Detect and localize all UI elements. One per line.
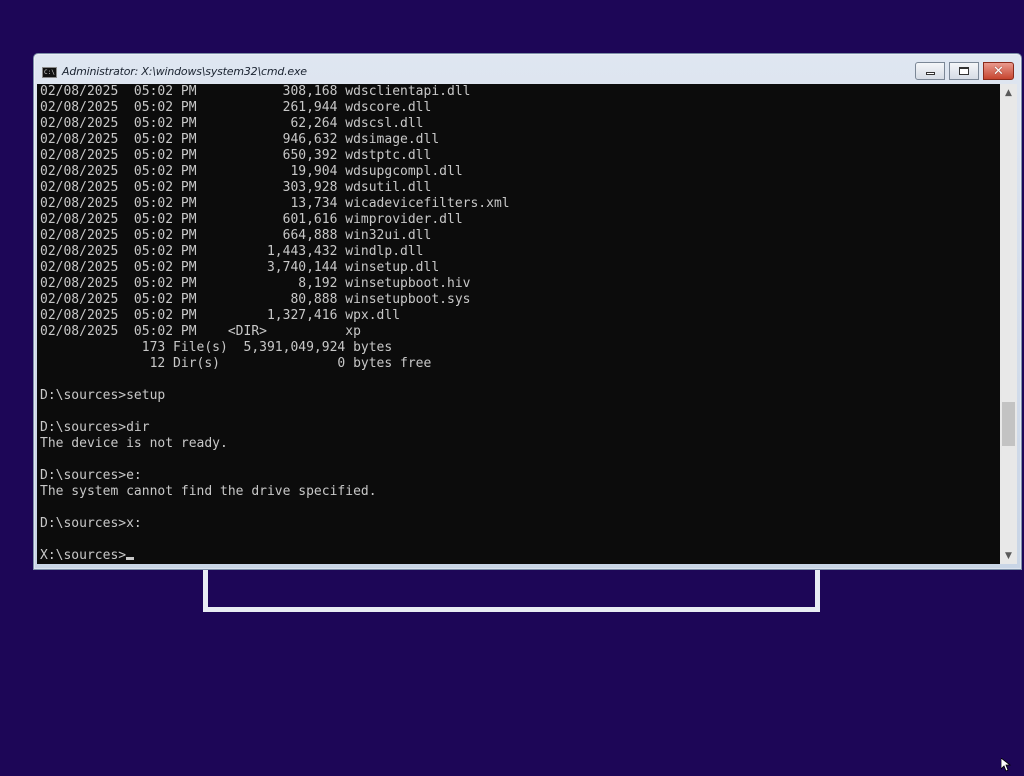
console-line: 02/08/2025 05:02 PM 946,632 wdsimage.dll (40, 132, 440, 147)
console-line: 02/08/2025 05:02 PM 19,904 wdsupgcompl.d… (40, 164, 463, 179)
maximize-icon (959, 67, 969, 75)
maximize-button[interactable] (949, 62, 979, 80)
console-line: The system cannot find the drive specifi… (40, 484, 377, 499)
console-line: 02/08/2025 05:02 PM 664,888 win32ui.dll (40, 228, 432, 243)
console-line: D:\sources>setup (40, 388, 166, 403)
vertical-scrollbar[interactable]: ▲ ▼ (1000, 84, 1017, 564)
scroll-thumb[interactable] (1002, 402, 1015, 446)
console-line: 02/08/2025 05:02 PM 601,616 wimprovider.… (40, 212, 463, 227)
console-line: 02/08/2025 05:02 PM 3,740,144 winsetup.d… (40, 260, 440, 275)
cmd-app-icon[interactable]: C:\ (42, 67, 57, 78)
console-line: 12 Dir(s) 0 bytes free (149, 356, 432, 371)
console-area[interactable]: 02/08/2025 05:02 PM 308,168 wdsclientapi… (37, 84, 1000, 564)
console-line: 02/08/2025 05:02 PM 80,888 winsetupboot.… (40, 292, 471, 307)
console-line: 02/08/2025 05:02 PM <DIR> xp (40, 324, 361, 339)
cmd-window: C:\ Administrator: X:\windows\system32\c… (33, 53, 1022, 570)
console-line: 02/08/2025 05:02 PM 650,392 wdstptc.dll (40, 148, 432, 163)
close-icon: ✕ (993, 63, 1004, 79)
console-line: 173 File(s) 5,391,049,924 bytes (141, 340, 393, 355)
console-line: 02/08/2025 05:02 PM 1,327,416 wpx.dll (40, 308, 401, 323)
title-bar[interactable]: C:\ Administrator: X:\windows\system32\c… (34, 54, 1021, 86)
console-line: 02/08/2025 05:02 PM 13,734 wicadevicefil… (40, 196, 510, 211)
console-line: 02/08/2025 05:02 PM 1,443,432 windlp.dll (40, 244, 424, 259)
console-line: 02/08/2025 05:02 PM 303,928 wdsutil.dll (40, 180, 432, 195)
text-cursor (126, 557, 135, 560)
console-line: 02/08/2025 05:02 PM 62,264 wdscsl.dll (40, 116, 424, 131)
console-output: 02/08/2025 05:02 PM 308,168 wdsclientapi… (37, 84, 1000, 564)
pointer-arrow-icon (1000, 757, 1012, 772)
console-line: D:\sources>dir (40, 420, 150, 435)
close-button[interactable]: ✕ (983, 62, 1014, 80)
console-line: D:\sources>e: (40, 468, 142, 483)
console-line: D:\sources>x: (40, 516, 142, 531)
console-line: 02/08/2025 05:02 PM 8,192 winsetupboot.h… (40, 276, 471, 291)
chevron-down-icon[interactable]: ▼ (1000, 547, 1017, 564)
minimize-button[interactable] (915, 62, 945, 80)
window-title: Administrator: X:\windows\system32\cmd.e… (62, 65, 307, 78)
console-lines: 02/08/2025 05:02 PM 308,168 wdsclientapi… (40, 84, 510, 531)
console-line: The device is not ready. (40, 436, 228, 451)
console-line: 02/08/2025 05:02 PM 261,944 wdscore.dll (40, 100, 432, 115)
command-prompt: X:\sources> (40, 548, 127, 563)
chevron-up-icon[interactable]: ▲ (1000, 84, 1017, 101)
minimize-icon (925, 72, 935, 75)
console-line: 02/08/2025 05:02 PM 308,168 wdsclientapi… (40, 84, 471, 99)
